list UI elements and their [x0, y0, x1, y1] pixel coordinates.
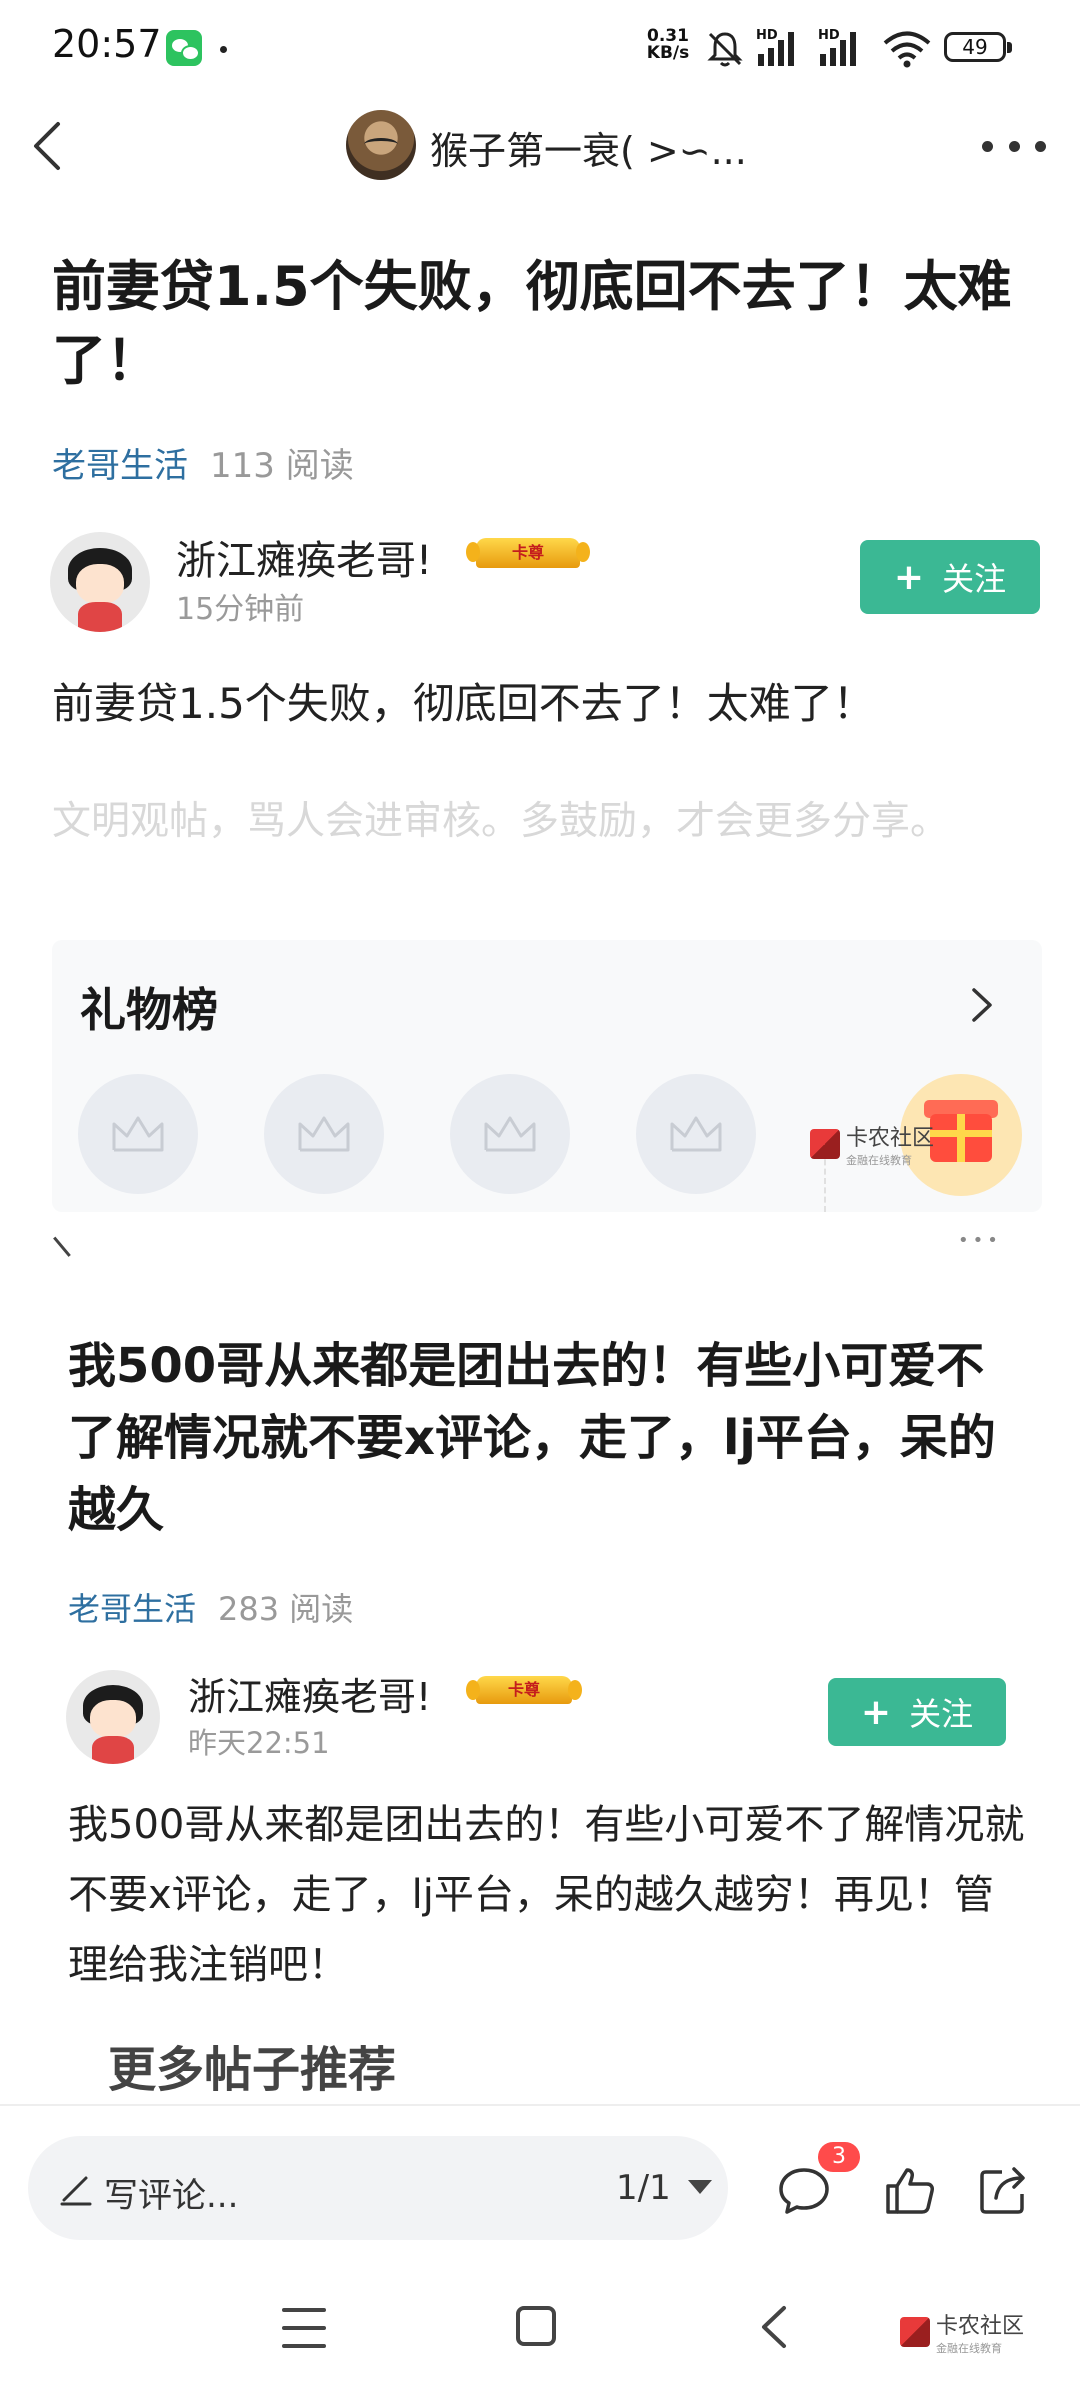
- read-count: 113 阅读: [210, 446, 354, 486]
- caret-down-icon[interactable]: [688, 2180, 712, 2194]
- more-dot: [982, 140, 993, 152]
- net-speed-unit: KB/s: [646, 43, 690, 63]
- wechat-icon: [166, 30, 202, 66]
- system-nav-bar: 卡农社区金融在线教育: [0, 2270, 1080, 2400]
- watermark-name: 卡农社区: [846, 1126, 935, 1151]
- screenshot-seam-mark: [53, 1223, 87, 1257]
- share-icon[interactable]: [976, 2162, 1032, 2218]
- pen-icon: [60, 2176, 92, 2206]
- author-avatar[interactable]: [50, 532, 150, 632]
- crown-icon: [484, 1116, 536, 1152]
- gift-board-title: 礼物榜: [80, 983, 218, 1037]
- post-body: 前妻贷1.5个失败，彻底回不去了！太难了！: [52, 679, 875, 728]
- plus-icon: +: [860, 1691, 892, 1733]
- more-posts-heading: 更多帖子推荐: [108, 2042, 397, 2098]
- author-avatar[interactable]: [66, 1670, 160, 1764]
- gift-rank-slot[interactable]: [636, 1074, 756, 1194]
- follow-label: 关注: [942, 560, 1007, 598]
- signal-icon-1: [758, 32, 794, 66]
- comment-count-badge: 3: [818, 2142, 860, 2172]
- battery-indicator: 49: [944, 32, 1012, 62]
- page-indicator[interactable]: 1/1: [616, 2168, 671, 2208]
- post-title: 前妻贷1.5个失败，彻底回不去了！太难了！: [52, 255, 1012, 392]
- watermark-logo: 卡农社区金融在线教育: [900, 2308, 1024, 2356]
- kanong-logo-icon: [810, 1129, 840, 1159]
- status-time: 20:57: [52, 22, 162, 66]
- status-bar: 20:57 0.31 KB/s HD HD 49: [0, 0, 1080, 96]
- vip-badge: 卡尊: [466, 538, 590, 568]
- watermark-sub: 金融在线教育: [936, 2342, 1002, 2355]
- chevron-right-icon[interactable]: [962, 980, 1002, 1030]
- top-nav-bar: 猴子第一衰( >∽...: [0, 96, 1080, 196]
- post-meta: 老哥生活 113 阅读: [52, 438, 354, 487]
- post-meta: 老哥生活 283 阅读: [68, 1584, 353, 1630]
- screenshot-seam-dots: •••: [958, 1230, 1002, 1251]
- comment-icon[interactable]: [776, 2162, 832, 2218]
- read-count: 283 阅读: [218, 1590, 354, 1628]
- follow-label: 关注: [909, 1695, 974, 1733]
- civility-tip: 文明观帖，骂人会进审核。多鼓励，才会更多分享。: [52, 799, 950, 844]
- recent-apps-button[interactable]: [282, 2308, 326, 2348]
- post-body: 我500哥从来都是团出去的！有些小可爱不了解情况就不要x评论，走了，lj平台，呆…: [68, 1802, 1025, 1988]
- vip-badge: 卡尊: [466, 1676, 582, 1704]
- thumbs-up-icon[interactable]: [882, 2162, 938, 2218]
- bottom-action-bar: 写评论... 1/1 3: [0, 2104, 1080, 2270]
- plus-icon: +: [893, 556, 925, 598]
- gift-rank-slot[interactable]: [264, 1074, 384, 1194]
- gift-rank-slot[interactable]: [78, 1074, 198, 1194]
- more-options-button[interactable]: [982, 124, 1046, 168]
- watermark-name: 卡农社区: [936, 2314, 1025, 2339]
- post-time: 昨天22:51: [188, 1726, 330, 1760]
- gift-box-shape: [930, 1114, 992, 1162]
- gift-rank-slot[interactable]: [450, 1074, 570, 1194]
- comment-placeholder: 写评论...: [104, 2176, 239, 2216]
- crown-icon: [112, 1116, 164, 1152]
- category-link[interactable]: 老哥生活: [68, 1590, 196, 1628]
- author-name[interactable]: 浙江瘫痪老哥!: [188, 1666, 431, 1721]
- author-name[interactable]: 浙江瘫痪老哥!: [176, 528, 432, 586]
- net-speed: 0.31 KB/s: [640, 28, 696, 62]
- home-button[interactable]: [516, 2306, 556, 2346]
- more-dot: [1008, 140, 1020, 152]
- header-author-avatar[interactable]: [346, 110, 416, 180]
- comment-input[interactable]: 写评论... 1/1: [28, 2136, 728, 2240]
- category-link[interactable]: 老哥生活: [52, 446, 188, 486]
- watermark-logo: 卡农社区金融在线教育: [810, 1120, 934, 1168]
- kanong-logo-icon: [900, 2317, 930, 2347]
- notification-dot-icon: [220, 46, 227, 53]
- system-back-button[interactable]: [750, 2300, 800, 2354]
- post-time: 15分钟前: [176, 592, 305, 627]
- follow-button[interactable]: + 关注: [860, 540, 1040, 614]
- signal-icon-2: [820, 32, 856, 66]
- wifi-icon: [883, 31, 931, 68]
- crown-icon: [298, 1116, 350, 1152]
- follow-button[interactable]: + 关注: [828, 1678, 1006, 1746]
- mute-icon: [707, 32, 743, 67]
- gift-board-card[interactable]: 礼物榜: [52, 940, 1042, 1212]
- more-dot: [1035, 140, 1046, 152]
- back-button[interactable]: [18, 114, 82, 178]
- crown-icon: [670, 1116, 722, 1152]
- header-author-name[interactable]: 猴子第一衰( >∽...: [430, 120, 747, 175]
- watermark-sub: 金融在线教育: [846, 1154, 912, 1167]
- post-title: 我500哥从来都是团出去的！有些小可爱不了解情况就不要x评论，走了，lj平台，呆…: [68, 1338, 996, 1538]
